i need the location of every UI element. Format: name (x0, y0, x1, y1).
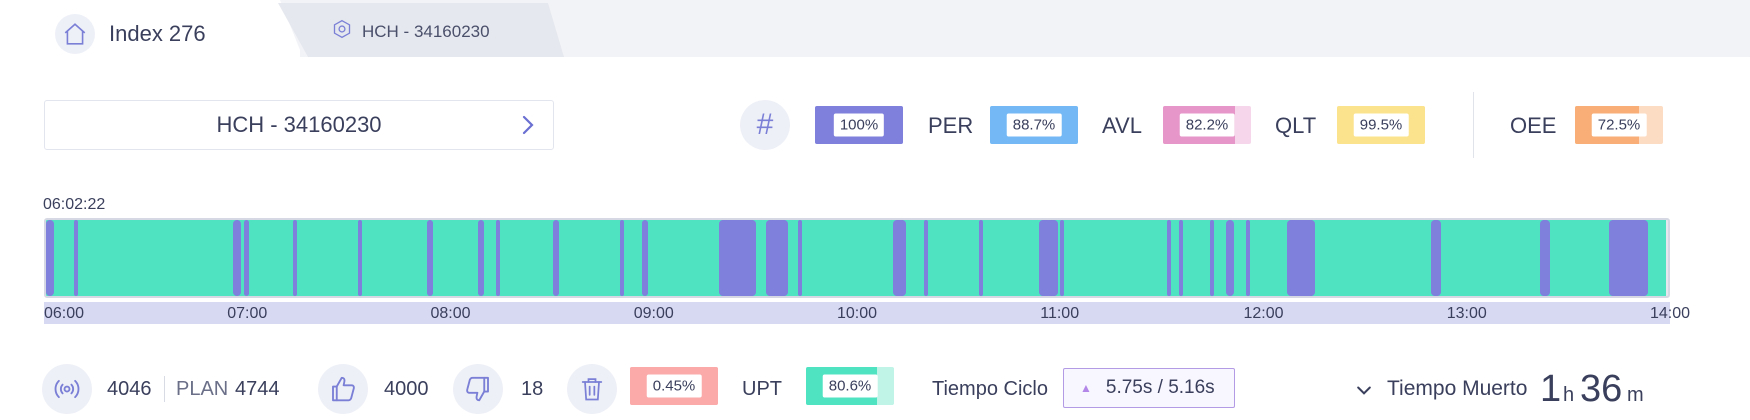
dead-time-hours: 1 (1540, 368, 1562, 410)
timeline-stop-segment[interactable] (1540, 220, 1551, 296)
kpi-per-label: PER (928, 113, 974, 138)
upt-bar: 80.6% (806, 367, 894, 405)
timeline-tick-label: 13:00 (1446, 305, 1487, 322)
tab-machine-content[interactable]: HCH - 34160230 (332, 19, 490, 44)
upt-label: UPT (742, 378, 782, 400)
tab-home-content[interactable]: Index 276 (55, 14, 206, 54)
triangle-up-icon: ▲ (1080, 381, 1092, 395)
timeline-stop-segment[interactable] (719, 220, 756, 296)
timeline-stop-segment[interactable] (642, 220, 649, 296)
chevron-down-icon[interactable] (1354, 380, 1374, 405)
timeline-stop-segment[interactable] (978, 220, 983, 296)
kpi-per-value: 88.7% (1006, 113, 1062, 137)
dead-time-minutes: 36 (1580, 368, 1623, 410)
timeline-stop-segment[interactable] (1167, 220, 1172, 296)
dead-time-hours-unit: h (1563, 384, 1575, 406)
timeline-stop-segment[interactable] (1039, 220, 1058, 296)
machine-selector[interactable]: HCH - 34160230 (44, 100, 554, 150)
kpi-avl-value: 82.2% (1179, 113, 1235, 137)
hexagon-icon (332, 19, 352, 44)
kpi-avl-bar: 82.2% (1163, 106, 1251, 144)
cycle-time-box[interactable]: ▲ 5.75s / 5.16s (1063, 368, 1235, 408)
trash-icon (567, 364, 617, 414)
timeline-tick-label: 09:00 (633, 305, 674, 322)
kpi-per-bar: 88.7% (990, 106, 1078, 144)
timeline-stop-segment[interactable] (232, 220, 241, 296)
signal-icon (42, 364, 92, 414)
timeline-stop-segment[interactable] (1430, 220, 1441, 296)
timeline-stop-segment[interactable] (496, 220, 501, 296)
timeline-stop-segment[interactable] (765, 220, 789, 296)
hash-icon: # (740, 100, 790, 150)
timeline-stop-segment[interactable] (46, 220, 55, 296)
timeline-stop-segment[interactable] (893, 220, 906, 296)
tab-home-title: Index 276 (109, 21, 206, 46)
timeline-stop-segment[interactable] (1226, 220, 1235, 296)
timeline-stop-segment[interactable] (798, 220, 803, 296)
timeline-stop-segment[interactable] (74, 220, 79, 296)
kpi-total-bar: 100% (815, 106, 903, 144)
timeline-start-time: 06:02:22 (43, 196, 106, 213)
timeline-tick-label: 12:00 (1243, 305, 1284, 322)
chevron-right-icon[interactable] (515, 113, 539, 142)
timeline-stop-segment[interactable] (619, 220, 624, 296)
cycle-time-value: 5.75s / 5.16s (1105, 377, 1215, 398)
timeline-tick-label: 11:00 (1040, 305, 1080, 322)
timeline-tick-label: 07:00 (227, 305, 268, 322)
kpi-qlt-bar: 99.5% (1337, 106, 1425, 144)
timeline-stop-segment[interactable] (477, 220, 484, 296)
thumbs-up-icon (318, 364, 368, 414)
produced-count: 4046 (107, 378, 152, 400)
upt-value: 80.6% (822, 374, 878, 398)
kpi-total-value: 100% (833, 113, 885, 137)
good-count: 4000 (384, 378, 429, 400)
timeline-tick-label: 08:00 (430, 305, 471, 322)
timeline-stop-segment[interactable] (552, 220, 559, 296)
scrap-bar: 0.45% (630, 367, 718, 405)
kpi-divider (1473, 92, 1474, 158)
kpi-qlt-value: 99.5% (1353, 113, 1409, 137)
timeline-stop-segment[interactable] (1209, 220, 1214, 296)
scrap-value: 0.45% (646, 374, 702, 398)
timeline-stop-segment[interactable] (923, 220, 928, 296)
timeline-stop-segment[interactable] (243, 220, 249, 296)
kpi-qlt-label: QLT (1275, 113, 1317, 138)
machine-name: HCH - 34160230 (216, 112, 382, 137)
stat-separator (164, 376, 165, 402)
timeline-stop-segment[interactable] (1286, 220, 1316, 296)
kpi-oee-bar: 72.5% (1575, 106, 1663, 144)
production-timeline[interactable] (44, 218, 1670, 298)
home-icon (55, 14, 95, 54)
timeline-stop-segment[interactable] (427, 220, 434, 296)
timeline-stop-segment[interactable] (1179, 220, 1184, 296)
bad-count: 18 (521, 378, 544, 400)
timeline-stop-segment[interactable] (293, 220, 298, 296)
plan-count: 4744 (235, 378, 280, 400)
plan-label: PLAN (176, 378, 229, 400)
timeline-run-segment (46, 220, 1666, 296)
dead-time-minutes-unit: m (1627, 384, 1644, 406)
cycle-label: Tiempo Ciclo (932, 378, 1048, 400)
tab-machine-label: HCH - 34160230 (362, 21, 490, 41)
thumbs-down-icon (453, 364, 503, 414)
timeline-stop-segment[interactable] (1059, 220, 1064, 296)
kpi-avl-label: AVL (1102, 113, 1142, 138)
kpi-oee-label: OEE (1510, 113, 1557, 138)
kpi-oee-value: 72.5% (1591, 113, 1647, 137)
timeline-stop-segment[interactable] (1609, 220, 1648, 296)
dead-time-label: Tiempo Muerto (1387, 377, 1528, 400)
timeline-stop-segment[interactable] (1246, 220, 1251, 296)
timeline-tick-label: 10:00 (837, 305, 878, 322)
timeline-tick-label: 06:00 (44, 305, 85, 322)
timeline-tick-label: 14:00 (1650, 305, 1691, 322)
timeline-stop-segment[interactable] (358, 220, 363, 296)
